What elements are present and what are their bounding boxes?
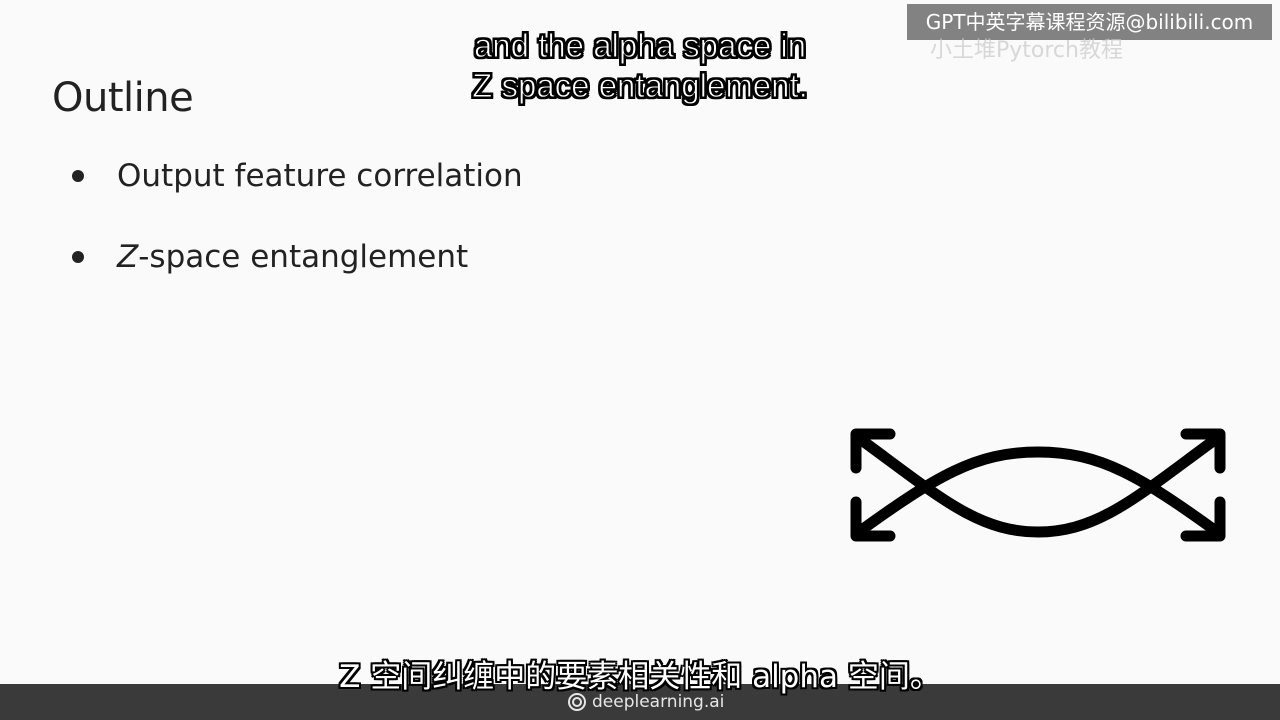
bullet-dot-icon — [72, 170, 84, 182]
outline-item-output-feature-correlation: Output feature correlation — [66, 152, 523, 233]
outline-item-z-space-entanglement: Z-space entanglement — [66, 233, 523, 314]
entanglement-arrows-icon — [850, 428, 1226, 542]
outline-list: Output feature correlation Z-space entan… — [66, 152, 523, 314]
english-subtitle: and the alpha space in Z space entanglem… — [0, 26, 1280, 106]
bullet-dot-icon — [72, 251, 84, 263]
outline-item-variable: Z — [117, 239, 139, 275]
outline-item-label: -space entanglement — [138, 239, 469, 275]
outline-item-label: Output feature correlation — [117, 158, 523, 194]
english-subtitle-line1: and the alpha space in — [473, 27, 807, 65]
chinese-subtitle: Z 空间纠缠中的要素相关性和 alpha 空间。 — [339, 659, 941, 695]
english-subtitle-line2: Z space entanglement. — [472, 67, 809, 105]
video-frame: GPT中英字幕课程资源@bilibili.com 小土堆Pytorch教程 Ou… — [0, 0, 1280, 720]
